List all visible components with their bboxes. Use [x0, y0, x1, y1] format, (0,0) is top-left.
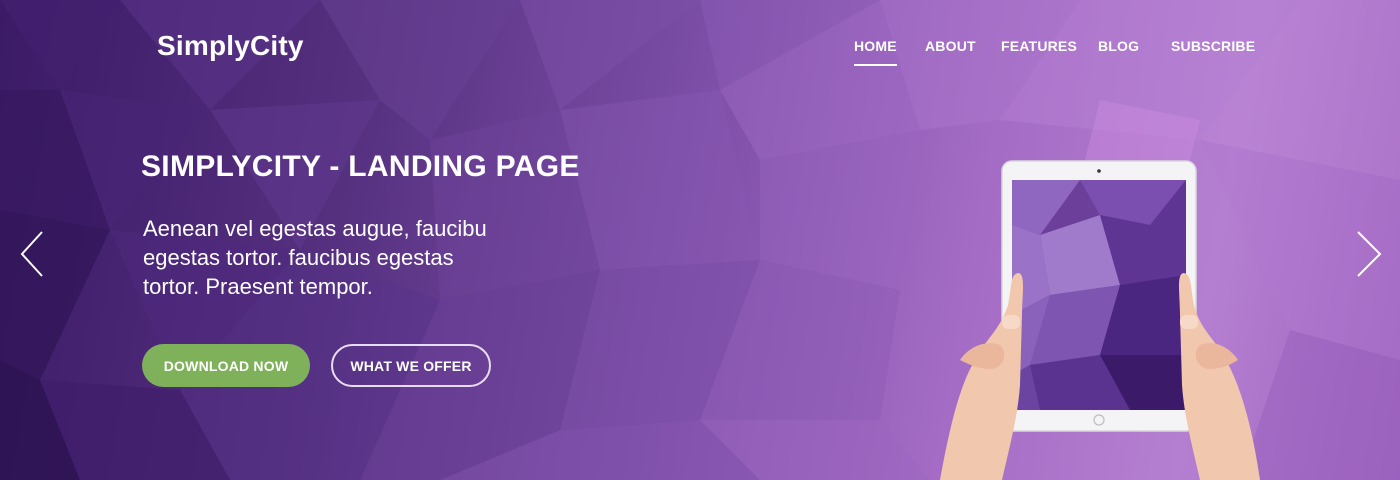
tablet-in-hands-image — [940, 160, 1260, 480]
hero-lead-line: Aenean vel egestas augue, faucibu — [143, 216, 487, 241]
tablet-illustration — [930, 155, 1270, 480]
chevron-right-icon — [1357, 231, 1382, 277]
hero-lead-line: tortor. Praesent tempor. — [143, 274, 373, 299]
chevron-left-icon — [20, 231, 43, 277]
carousel-next-button[interactable] — [1354, 230, 1384, 278]
hero-lead: Aenean vel egestas augue, faucibu egesta… — [143, 214, 523, 301]
carousel-prev-button[interactable] — [18, 230, 48, 278]
hero-title: SIMPLYCITY - LANDING PAGE — [141, 150, 580, 183]
main-nav: HOME ABOUT FEATURES BLOG SUBSCRIBE — [0, 38, 1400, 68]
nav-item-home[interactable]: HOME — [854, 38, 897, 66]
nav-item-blog[interactable]: BLOG — [1098, 38, 1139, 54]
what-we-offer-button[interactable]: WHAT WE OFFER — [331, 344, 491, 387]
hero-lead-line: egestas tortor. faucibus egestas — [143, 245, 454, 270]
hero-banner: SimplyCity HOME ABOUT FEATURES BLOG SUBS… — [0, 0, 1400, 480]
nav-item-features[interactable]: FEATURES — [1001, 38, 1077, 54]
nav-item-about[interactable]: ABOUT — [925, 38, 976, 54]
download-now-button[interactable]: DOWNLOAD NOW — [142, 344, 310, 387]
nav-item-subscribe[interactable]: SUBSCRIBE — [1171, 38, 1255, 54]
